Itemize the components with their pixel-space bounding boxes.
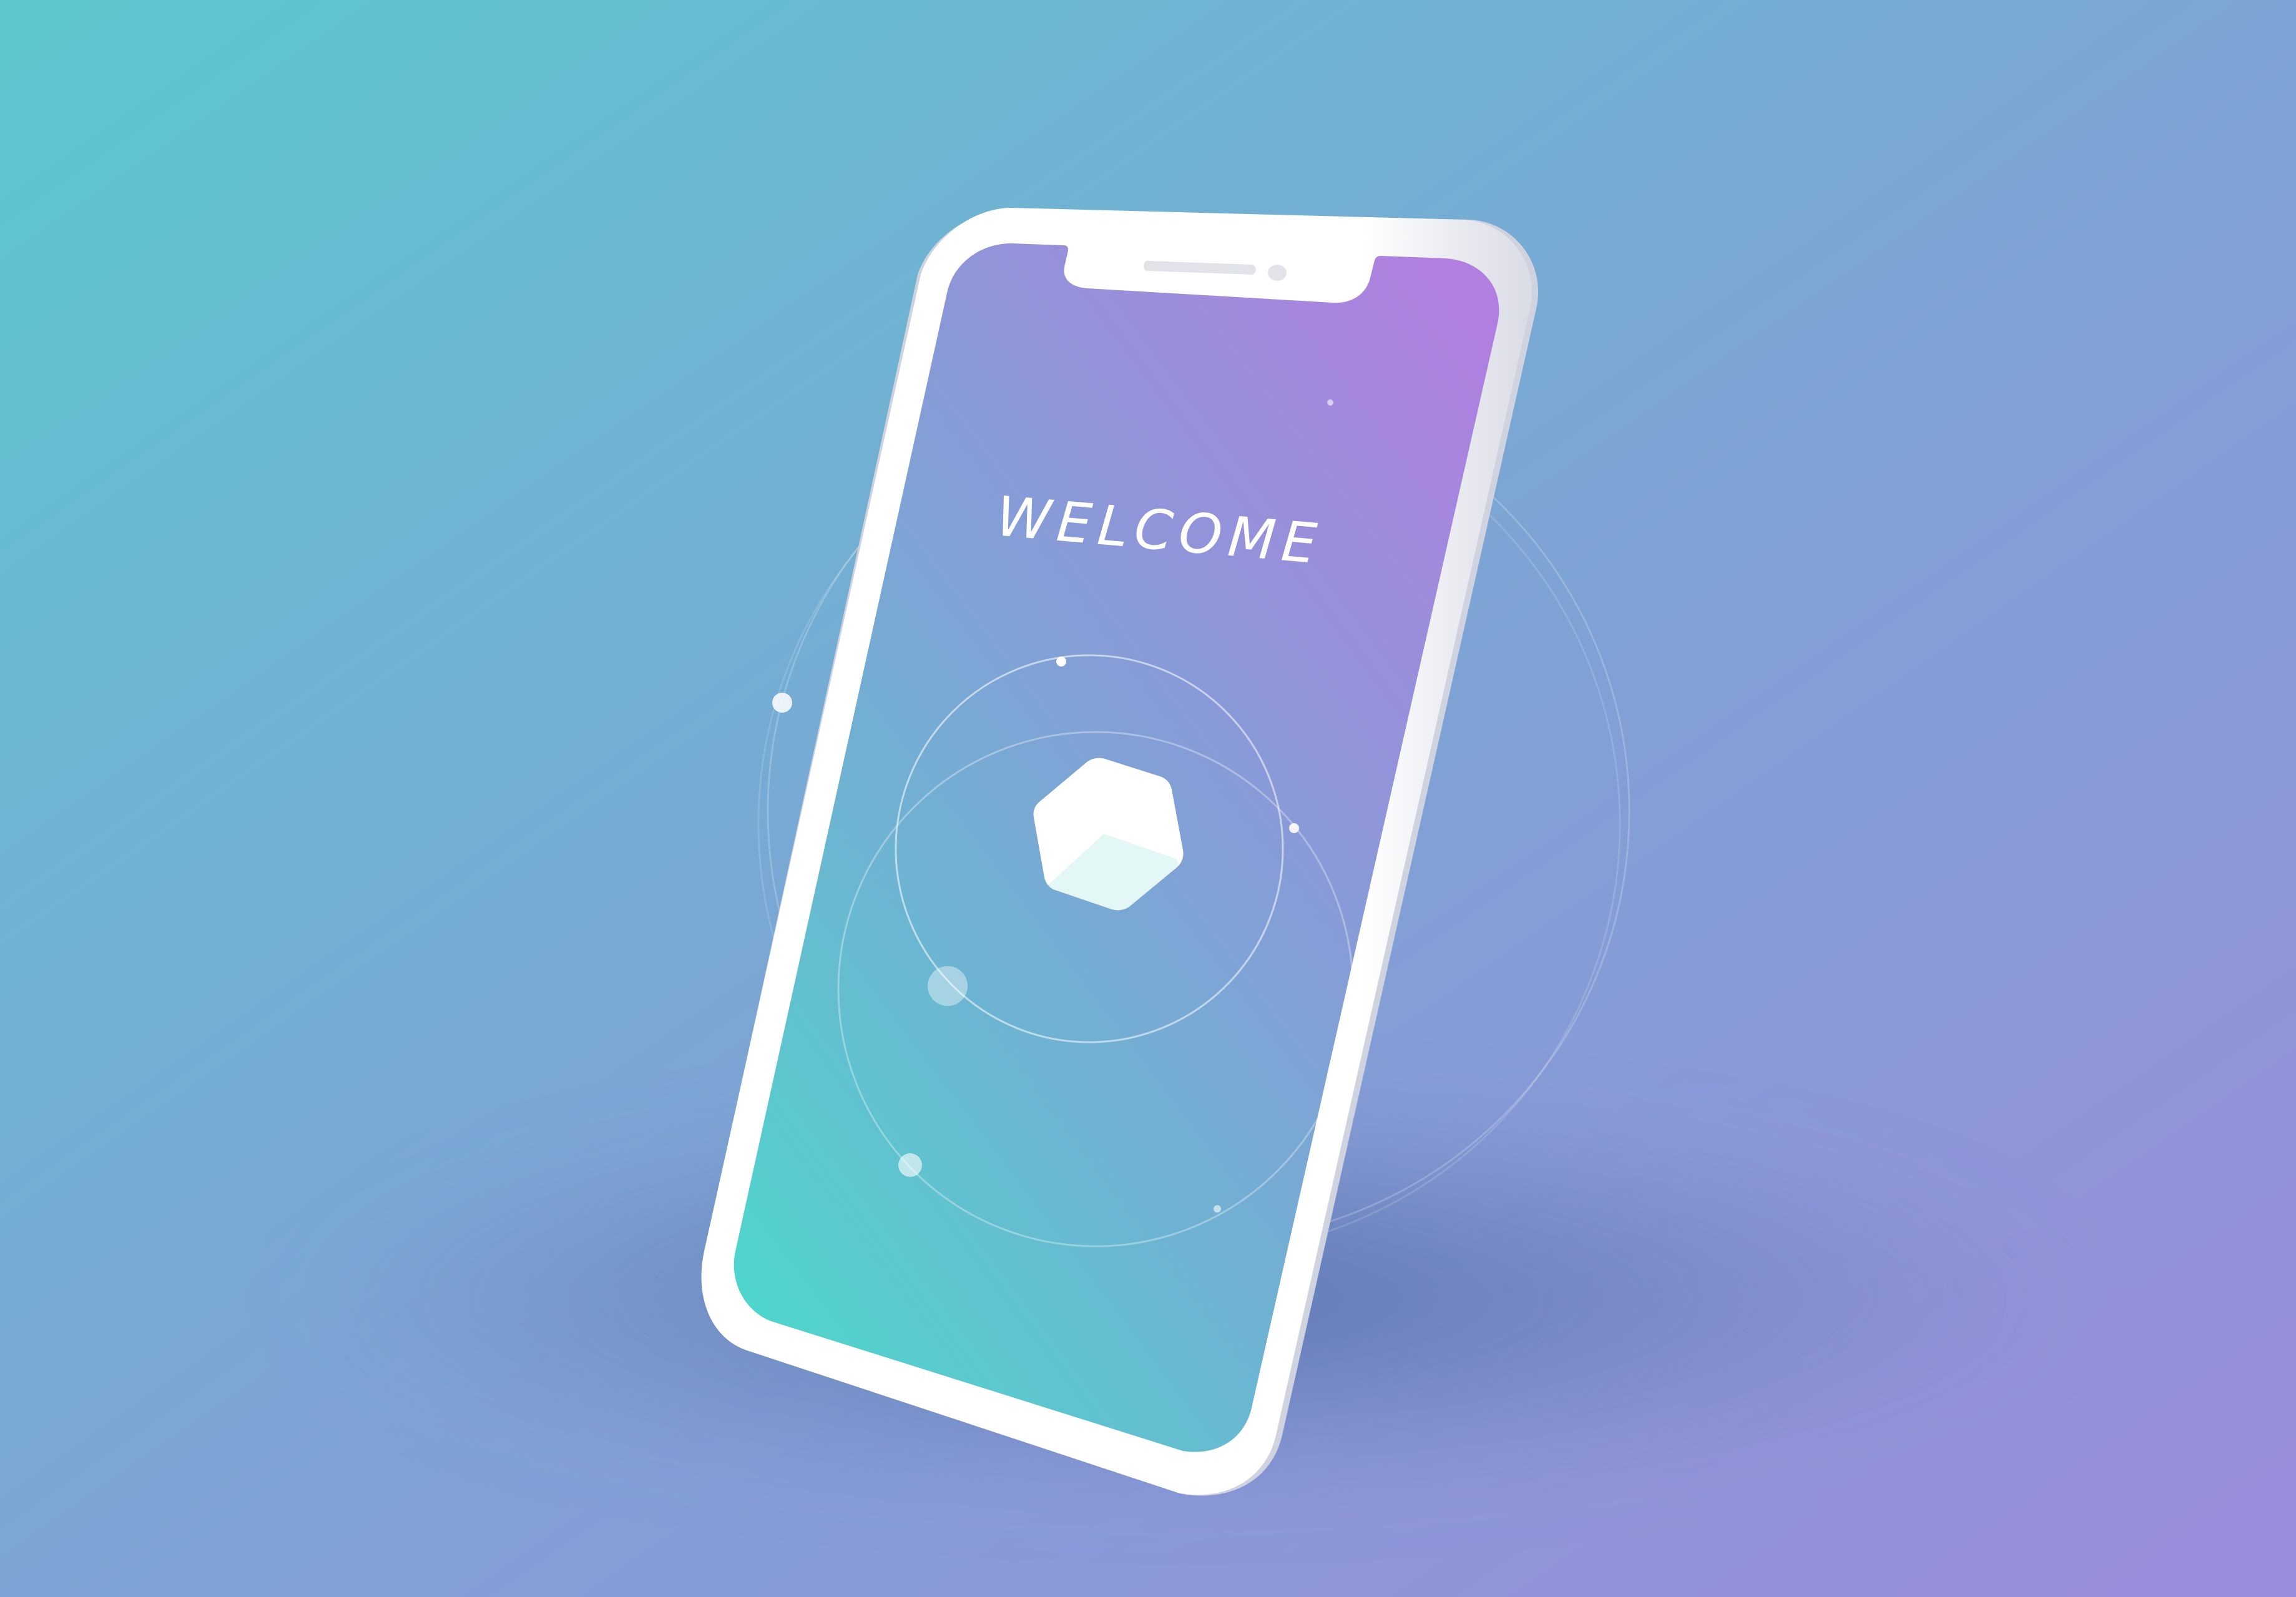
orbit-dot [1289,823,1299,833]
orbit-dot [898,1153,922,1177]
orbit-dot [1327,399,1333,406]
front-camera-icon [1268,265,1287,281]
mockup-scene: WELCOME [0,0,2296,1597]
orbit-dot [1214,1205,1221,1213]
orbit-dot [772,693,792,713]
orbit-dot [1056,657,1066,667]
orbit-dot [928,966,968,1006]
